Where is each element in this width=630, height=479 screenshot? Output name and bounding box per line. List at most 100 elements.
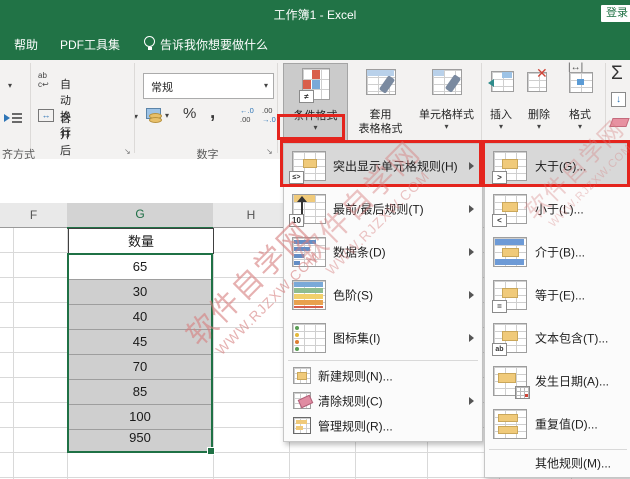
- chevron-down-icon: ▾: [577, 122, 582, 131]
- tab-pdf-tools[interactable]: PDF工具集: [60, 36, 120, 53]
- between-icon: [493, 237, 527, 267]
- submenu-item-more-rules[interactable]: 其他规则(M)...: [485, 452, 630, 474]
- submenu-item-label: 其他规则(M)...: [535, 456, 611, 471]
- conditional-formatting-icon: ≠: [299, 68, 330, 103]
- annotation-box-dropdown-arrow: [277, 114, 345, 140]
- tab-help[interactable]: 帮助: [14, 36, 38, 53]
- cell[interactable]: 40: [69, 305, 211, 330]
- submenu-arrow-icon: [469, 290, 474, 299]
- cell[interactable]: 950: [69, 426, 211, 450]
- menu-item-label: 数据条(D): [333, 245, 386, 259]
- cell-styles-button[interactable]: 单元格样式 ▾: [414, 63, 479, 140]
- column-header-g[interactable]: G: [67, 203, 214, 229]
- format-as-table-icon: [366, 69, 396, 95]
- active-cell[interactable]: 65: [69, 255, 211, 280]
- autosum-button[interactable]: Σ: [611, 63, 623, 85]
- submenu-arrow-icon: [469, 396, 474, 405]
- insert-cells-button[interactable]: 插入 ▾: [484, 63, 518, 140]
- submenu-item-date-occurring[interactable]: 发生日期(A)...: [485, 359, 630, 402]
- window-title: 工作簿1 - Excel: [273, 8, 357, 22]
- menu-item-new-rule[interactable]: 新建规则(N)...: [284, 363, 482, 388]
- date-occurring-icon: [493, 366, 530, 399]
- tell-me-box[interactable]: 告诉我你想要做什么: [160, 36, 268, 53]
- submenu-item-less-than[interactable]: < 小于(L)...: [485, 187, 630, 230]
- highlight-cells-rules-submenu: > 大于(G)... < 小于(L)... 介于(B)... = 等于(E)..…: [484, 143, 630, 478]
- cell[interactable]: 45: [69, 330, 211, 355]
- cell[interactable]: 85: [69, 380, 211, 405]
- format-cells-button[interactable]: |↔| 格式 ▾: [560, 62, 600, 140]
- cell-g-quantity-header[interactable]: 数量: [68, 228, 214, 254]
- increase-decimal-button[interactable]: ←.0.00: [240, 106, 254, 124]
- number-dialog-launcher-icon[interactable]: ↘: [266, 147, 273, 156]
- submenu-arrow-icon: [469, 247, 474, 256]
- manage-rules-icon: [293, 417, 311, 434]
- menu-item-label: 管理规则(R)...: [318, 419, 393, 433]
- decrease-decimal-button[interactable]: .00 →.0: [262, 106, 276, 124]
- icon-sets-icon: [292, 323, 326, 353]
- comma-style-button[interactable]: ,: [210, 102, 215, 124]
- annotation-box-greater-than: [482, 140, 630, 187]
- submenu-item-label: 发生日期(A)...: [535, 374, 609, 388]
- fill-handle[interactable]: [207, 447, 215, 455]
- cell-styles-icon: [432, 69, 462, 95]
- menu-item-label: 最前/最后规则(T): [333, 202, 424, 216]
- chevron-down-icon: ▾: [444, 122, 449, 131]
- menu-item-icon-sets[interactable]: 图标集(I): [284, 316, 482, 359]
- accounting-format-button[interactable]: ▾: [146, 107, 170, 125]
- submenu-item-equal-to[interactable]: = 等于(E)...: [485, 273, 630, 316]
- delete-label: 删除: [528, 109, 550, 121]
- menu-item-clear-rules[interactable]: 清除规则(C): [284, 388, 482, 413]
- number-format-combobox[interactable]: 常规 ▾: [143, 73, 274, 99]
- excel-window: 工作簿1 - Excel 登录 帮助 PDF工具集 告诉我你想要做什么 ▾ ab…: [0, 0, 630, 479]
- submenu-item-label: 等于(E)...: [535, 288, 585, 302]
- submenu-arrow-icon: [469, 333, 474, 342]
- top-bottom-rules-icon: 10: [289, 194, 326, 227]
- menu-item-label: 清除规则(C): [318, 394, 383, 408]
- submenu-item-duplicate-values[interactable]: 重复值(D)...: [485, 402, 630, 445]
- sign-in-button[interactable]: 登录: [601, 5, 630, 22]
- lightbulb-icon: [144, 36, 155, 50]
- delete-x-glyph: ✕: [536, 65, 548, 81]
- menu-item-data-bars[interactable]: 数据条(D): [284, 230, 482, 273]
- menu-item-top-bottom-rules[interactable]: 10 最前/最后规则(T): [284, 187, 482, 230]
- delete-cells-button[interactable]: ✕ 删除 ▾: [522, 63, 556, 140]
- ribbon-tab-row: 帮助 PDF工具集 告诉我你想要做什么: [0, 27, 630, 60]
- merge-center-icon: ↔: [38, 109, 54, 122]
- equal-to-icon: =: [492, 280, 527, 313]
- clear-eraser-icon[interactable]: [609, 118, 630, 127]
- submenu-item-text-contains[interactable]: ab 文本包含(T)...: [485, 316, 630, 359]
- selected-range[interactable]: 65 30 40 45 70 85 100 950: [67, 253, 215, 455]
- column-header-f[interactable]: F: [0, 203, 68, 228]
- color-scales-icon: [292, 280, 326, 310]
- duplicate-values-icon: [493, 409, 527, 439]
- cell[interactable]: 70: [69, 355, 211, 380]
- chevron-down-icon[interactable]: ▾: [8, 82, 12, 90]
- cell-styles-label: 单元格样式: [419, 109, 474, 121]
- alignment-dialog-launcher-icon[interactable]: ↘: [124, 147, 131, 156]
- cell[interactable]: 30: [69, 280, 211, 305]
- new-rule-icon: [293, 367, 311, 384]
- column-header-h[interactable]: H: [213, 203, 290, 228]
- increase-indent-icon[interactable]: [4, 112, 22, 124]
- menu-item-manage-rules[interactable]: 管理规则(R)...: [284, 413, 482, 438]
- menu-item-label: 色阶(S): [333, 288, 373, 302]
- chevron-down-icon: ▾: [536, 122, 541, 131]
- percent-style-button[interactable]: %: [183, 105, 196, 122]
- format-as-table-button[interactable]: 套用 表格格式: [349, 63, 412, 140]
- format-label: 格式: [569, 109, 591, 121]
- submenu-item-label: 介于(B)...: [535, 245, 585, 259]
- submenu-item-between[interactable]: 介于(B)...: [485, 230, 630, 273]
- format-as-table-label2: 表格格式: [358, 123, 403, 135]
- wrap-text-icon: ab c↩: [38, 71, 49, 89]
- menu-item-label: 新建规则(N)...: [318, 369, 393, 383]
- fill-button[interactable]: ↓: [611, 92, 626, 107]
- insert-cells-icon: [488, 71, 514, 92]
- data-bars-icon: [292, 237, 326, 267]
- calendar-badge-icon: [515, 386, 530, 399]
- submenu-arrow-icon: [469, 204, 474, 213]
- menu-item-color-scales[interactable]: 色阶(S): [284, 273, 482, 316]
- submenu-item-label: 重复值(D)...: [535, 417, 598, 431]
- conditional-formatting-menu: ≤> 突出显示单元格规则(H) 10 最前/最后规则(T) 数据条(D) 色阶(…: [283, 143, 483, 442]
- chevron-down-icon: ▾: [263, 81, 268, 90]
- menu-item-label: 图标集(I): [333, 331, 381, 345]
